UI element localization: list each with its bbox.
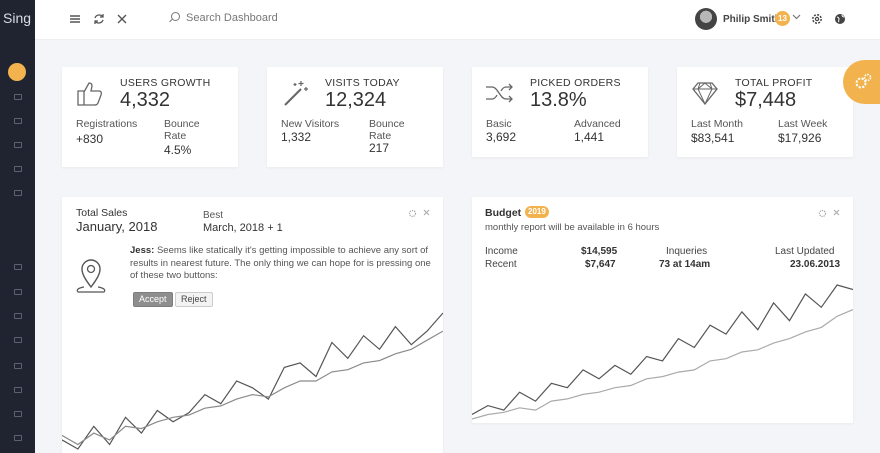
- magic-wand-icon: [284, 81, 308, 106]
- message: Jess: Seems like statically it's getting…: [130, 245, 435, 283]
- gear-icon[interactable]: [810, 12, 824, 26]
- close-icon[interactable]: [115, 12, 129, 26]
- top-header: Search Dashboard Philip Smith 13: [35, 0, 880, 40]
- stat-left-value: $83,541: [691, 131, 735, 145]
- sidebar-item-10[interactable]: [12, 336, 22, 343]
- year-badge: 2019: [525, 206, 549, 218]
- thumbs-up-icon: [77, 82, 103, 106]
- stat-right-label: Bounce Rate: [164, 118, 200, 142]
- widget-settings-icon[interactable]: [408, 209, 417, 220]
- income-label: Income: [485, 246, 518, 257]
- sidebar-item-13[interactable]: [12, 410, 22, 417]
- stat-right-value: 217: [369, 141, 390, 155]
- sidebar-item-3[interactable]: [12, 117, 22, 124]
- search-input[interactable]: Search Dashboard: [186, 12, 278, 24]
- stat-right-value: 1,441: [574, 130, 605, 144]
- stat-left-value: 1,332: [281, 130, 312, 144]
- map-pin-icon: [76, 259, 106, 293]
- inqueries-label: Inqueries: [666, 246, 708, 257]
- stat-right-value: 4.5%: [164, 143, 192, 157]
- sidebar-item-dashboard[interactable]: [8, 63, 26, 81]
- income-amount: $14,595: [581, 246, 618, 257]
- sales-period: January, 2018: [76, 219, 158, 234]
- budget-widget: Budget 2019 monthly report will be avail…: [472, 197, 853, 423]
- gears-icon: [855, 73, 872, 89]
- avatar[interactable]: [695, 8, 717, 30]
- stat-value: 13.8%: [530, 89, 587, 111]
- series-line-0: [472, 284, 853, 416]
- stat-card-total-profit: TOTAL PROFIT $7,448 Last Month $83,541 L…: [677, 67, 853, 157]
- budget-subtitle: monthly report will be available in 6 ho…: [485, 222, 660, 233]
- sidebar-item-7[interactable]: [12, 263, 22, 270]
- menu-icon[interactable]: [68, 12, 82, 26]
- reject-button[interactable]: Reject: [175, 292, 213, 307]
- message-author: Jess:: [130, 245, 155, 256]
- series-line-1: [472, 309, 853, 420]
- app-logo: Sing: [3, 10, 32, 26]
- best-value: March, 2018 + 1: [203, 222, 283, 234]
- updated-value: 23.06.2013: [790, 259, 841, 270]
- user-name[interactable]: Philip Smith: [723, 14, 781, 25]
- stat-card-picked-orders: PICKED ORDERS 13.8% Basic 3,692 Advanced…: [472, 67, 648, 157]
- recent-amount: $7,647: [585, 259, 616, 270]
- sidebar-item-9[interactable]: [12, 312, 22, 319]
- widget-close-icon[interactable]: [832, 208, 841, 219]
- inqueries-value: 73 at 14am: [659, 259, 711, 270]
- shuffle-icon: [486, 83, 513, 103]
- stat-card-users-growth: USERS GROWTH 4,332 Registrations +830 Bo…: [62, 67, 238, 167]
- stat-right-label: Advanced: [574, 118, 621, 130]
- sidebar-item-14[interactable]: [12, 434, 22, 441]
- total-sales-widget: Total Sales January, 2018 Best March, 20…: [62, 197, 443, 453]
- diamond-icon: [692, 82, 718, 106]
- budget-table: Income $14,595 Recent $7,647 Inqueries 7…: [485, 246, 840, 276]
- notification-badge[interactable]: 13: [775, 11, 790, 26]
- widget-title: Total Sales: [76, 207, 128, 219]
- stat-left-label: Basic: [486, 118, 512, 130]
- best-label: Best: [203, 210, 224, 221]
- sidebar-item-12[interactable]: [12, 386, 22, 393]
- chevron-down-icon[interactable]: [792, 12, 801, 23]
- stat-right-label: Bounce Rate: [369, 118, 405, 142]
- refresh-icon[interactable]: [92, 12, 106, 26]
- globe-icon[interactable]: [833, 12, 847, 26]
- budget-chart: [472, 284, 853, 420]
- stat-left-value: 3,692: [486, 130, 517, 144]
- search-icon: [171, 12, 180, 21]
- theme-settings-button[interactable]: [843, 60, 880, 104]
- stat-left-label: Last Month: [691, 118, 743, 130]
- stat-card-visits-today: VISITS TODAY 12,324 New Visitors 1,332 B…: [267, 67, 443, 167]
- recent-label: Recent: [485, 259, 517, 270]
- stat-right-label: Last Week: [778, 118, 828, 130]
- stat-title: USERS GROWTH: [120, 77, 211, 89]
- stat-right-value: $17,926: [778, 131, 822, 145]
- stat-title: TOTAL PROFIT: [735, 77, 813, 89]
- sales-chart: [62, 312, 443, 450]
- sidebar-item-11[interactable]: [12, 362, 22, 369]
- widget-close-icon[interactable]: [422, 208, 431, 219]
- stat-title: PICKED ORDERS: [530, 77, 621, 89]
- stat-value: $7,448: [735, 89, 797, 111]
- accept-button[interactable]: Accept: [133, 292, 173, 307]
- sidebar-item-6[interactable]: [12, 189, 22, 196]
- sidebar-item-4[interactable]: [12, 141, 22, 148]
- updated-label: Last Updated: [775, 246, 835, 257]
- message-text: Seems like statically it's getting impos…: [130, 245, 431, 281]
- stat-title: VISITS TODAY: [325, 77, 400, 89]
- stat-left-value: +830: [76, 132, 104, 146]
- sidebar: Sing: [0, 0, 35, 453]
- widget-title: Budget: [485, 207, 522, 219]
- sidebar-item-8[interactable]: [12, 288, 22, 295]
- stat-left-label: New Visitors: [281, 118, 340, 130]
- stat-value: 4,332: [120, 89, 171, 111]
- sidebar-item-5[interactable]: [12, 165, 22, 172]
- sidebar-item-2[interactable]: [12, 93, 22, 100]
- stat-left-label: Registrations: [76, 118, 138, 130]
- series-line-0: [62, 312, 443, 450]
- stat-value: 12,324: [325, 89, 387, 111]
- widget-settings-icon[interactable]: [818, 209, 827, 220]
